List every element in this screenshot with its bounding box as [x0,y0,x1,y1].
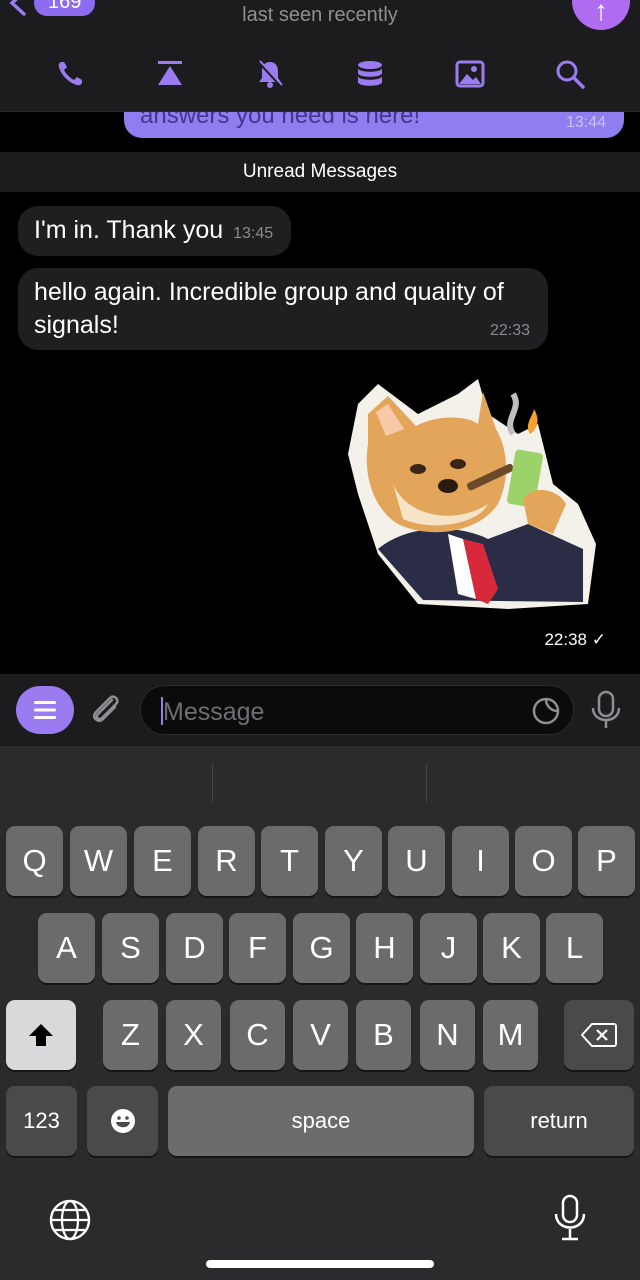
key-h[interactable]: H [356,913,413,983]
key-n[interactable]: N [420,1000,475,1070]
key-i[interactable]: I [452,826,509,896]
keyboard: Q W E R T Y U I O P A S D F G H J K L Z … [0,746,640,1280]
key-o[interactable]: O [515,826,572,896]
storage-button[interactable] [350,54,390,94]
suggestion-divider [426,764,427,802]
message-time: 22:33 [489,322,530,339]
last-seen-status: last seen recently [242,4,398,26]
sticker-time: 22:38 ✓ [544,630,606,649]
microphone-icon[interactable] [588,690,624,730]
sticker-icon[interactable] [531,696,561,726]
message-composer: Message [0,674,640,746]
database-icon [358,61,382,86]
chat-toolbar [0,52,640,96]
pin-icon [158,61,182,85]
shift-arrow-icon [29,1024,53,1046]
incoming-message[interactable]: I'm in. Thank you 13:45 [18,206,292,256]
key-j[interactable]: J [420,913,477,983]
chat-header: 169 last seen recently ↑ [0,0,640,112]
message-input[interactable]: Message [140,685,574,735]
key-r[interactable]: R [198,826,255,896]
outgoing-message[interactable]: answers you need is here! 13:44 [124,112,624,138]
key-y[interactable]: Y [325,826,382,896]
globe-icon[interactable] [48,1198,92,1242]
home-indicator[interactable] [206,1260,434,1268]
message-time: 13:44 [565,114,606,131]
key-l[interactable]: L [546,913,603,983]
return-key[interactable]: return [484,1086,634,1156]
space-key[interactable]: space [168,1086,474,1156]
numbers-key[interactable]: 123 [6,1086,77,1156]
key-t[interactable]: T [261,826,318,896]
doge-sticker[interactable] [338,374,600,614]
message-placeholder: Message [163,698,265,726]
message-text: hello again. Incredible group and qualit… [34,278,504,339]
emoji-icon [110,1109,135,1133]
search-icon [556,60,585,89]
message-list[interactable]: answers you need is here! 13:44 Unread M… [0,112,640,674]
key-b[interactable]: B [356,1000,411,1070]
key-z[interactable]: Z [103,1000,158,1070]
key-p[interactable]: P [578,826,635,896]
menu-icon [34,701,56,719]
key-k[interactable]: K [483,913,540,983]
key-a[interactable]: A [38,913,95,983]
incoming-message[interactable]: hello again. Incredible group and qualit… [18,268,548,350]
call-button[interactable] [50,54,90,94]
key-f[interactable]: F [229,913,286,983]
bell-off-icon [257,60,283,88]
backspace-icon [581,1023,617,1047]
key-u[interactable]: U [388,826,445,896]
suggestion-divider [212,764,213,802]
key-m[interactable]: M [483,1000,538,1070]
key-q[interactable]: Q [6,826,63,896]
key-w[interactable]: W [70,826,127,896]
key-v[interactable]: V [293,1000,348,1070]
key-x[interactable]: X [166,1000,221,1070]
message-text: answers you need is here! [140,112,421,129]
message-time: 13:45 [233,225,274,242]
emoji-key[interactable] [87,1086,158,1156]
mute-button[interactable] [250,54,290,94]
key-c[interactable]: C [230,1000,285,1070]
pinned-button[interactable] [150,54,190,94]
key-s[interactable]: S [102,913,159,983]
message-text: I'm in. Thank you [34,216,224,244]
dictation-mic-icon[interactable] [550,1194,590,1242]
key-d[interactable]: D [166,913,223,983]
gallery-icon [455,60,485,88]
attach-icon[interactable] [88,692,124,728]
key-e[interactable]: E [134,826,191,896]
search-button[interactable] [550,54,590,94]
backspace-key[interactable] [564,1000,634,1070]
media-button[interactable] [450,54,490,94]
bot-menu-button[interactable] [16,686,74,734]
phone-icon [58,62,82,86]
check-icon: ✓ [591,630,606,649]
key-g[interactable]: G [293,913,350,983]
unread-messages-divider: Unread Messages [0,152,640,192]
shift-key[interactable] [6,1000,76,1070]
